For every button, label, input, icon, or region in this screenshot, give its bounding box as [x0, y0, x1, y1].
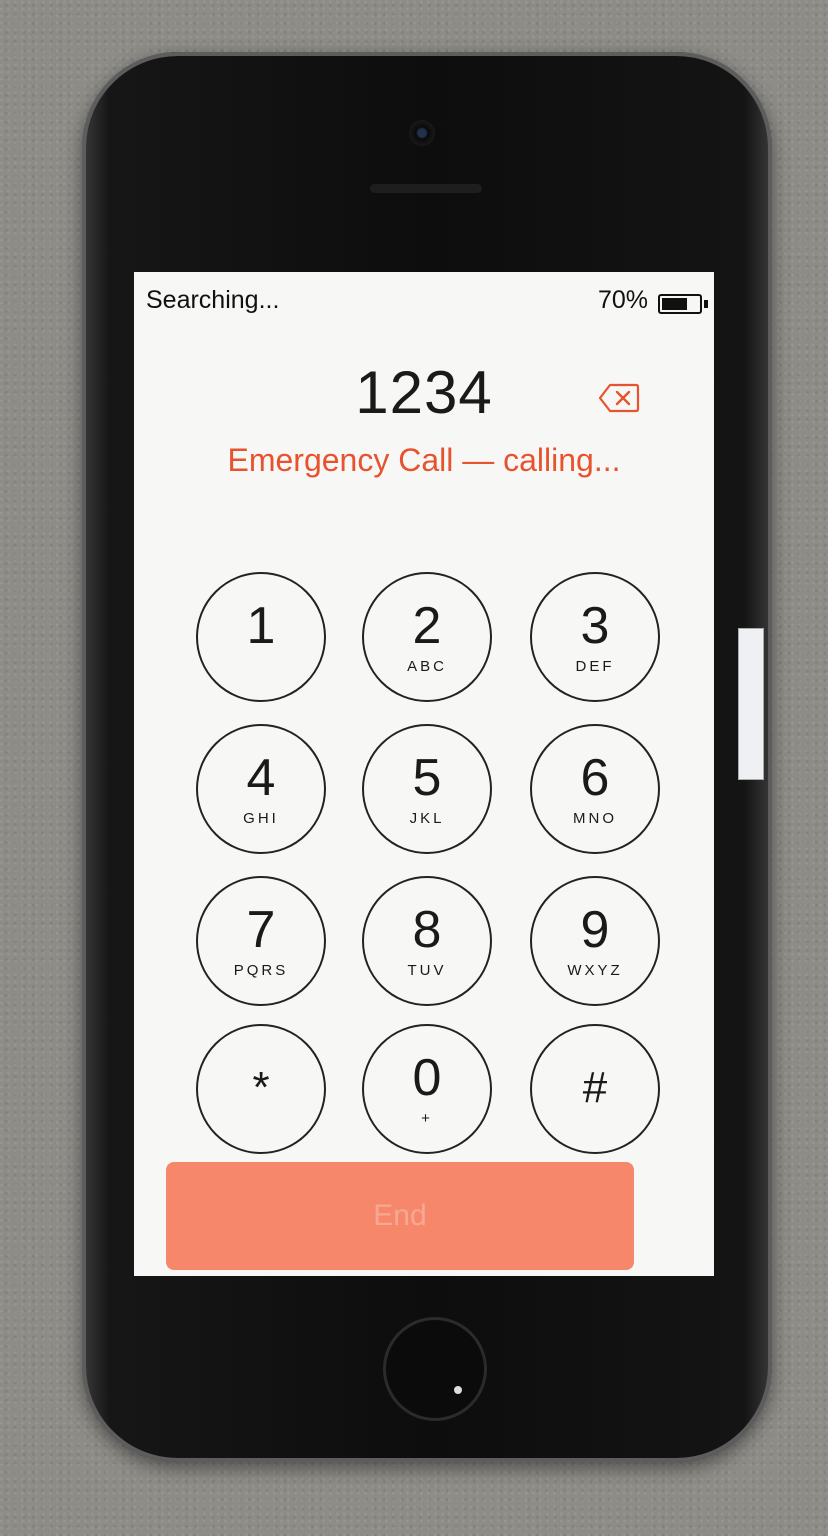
key-letters: JKL [409, 810, 445, 827]
key-letters: MNO [573, 810, 617, 827]
key-letters: WXYZ [567, 962, 623, 979]
key-0[interactable]: 0 + [362, 1024, 492, 1154]
home-button[interactable] [383, 1317, 487, 1421]
key-digit: 8 [412, 901, 442, 959]
key-digit: 2 [412, 597, 442, 655]
key-letters: DEF [575, 658, 615, 675]
key-letters: PQRS [233, 962, 289, 979]
key-digit: 6 [580, 749, 610, 807]
battery-icon [658, 294, 702, 314]
key-digit: 5 [412, 749, 442, 807]
key-6[interactable]: 6 MNO [530, 724, 660, 854]
front-camera [409, 120, 435, 146]
key-letters: ABC [407, 658, 447, 675]
key-9[interactable]: 9 WXYZ [530, 876, 660, 1006]
backspace-icon[interactable] [598, 382, 640, 414]
battery-cap-icon [704, 300, 708, 308]
phone-body: Searching... 70% 1 2 3 4 Emergency Call — c… [82, 52, 772, 1462]
call-status-text: Emergency Call — calling... [227, 442, 621, 478]
key-2[interactable]: 2 ABC [362, 572, 492, 702]
background-sticker [738, 628, 764, 780]
battery-percent: 70% [597, 286, 648, 314]
key-digit: 3 [580, 597, 610, 655]
key-star[interactable]: * [196, 1024, 326, 1154]
home-button-glint [454, 1386, 462, 1394]
key-5[interactable]: 5 JKL [362, 724, 492, 854]
key-digit: # [582, 1063, 608, 1112]
key-digit: 4 [246, 749, 276, 807]
key-1[interactable]: 1 [196, 572, 326, 702]
key-letters: GHI [243, 810, 279, 827]
key-digit: 9 [580, 901, 610, 959]
battery-level [662, 298, 687, 310]
key-digit: 1 [246, 597, 276, 655]
phone-screen: Searching... 70% 1 2 3 4 Emergency Call — c… [134, 272, 714, 1276]
key-pound[interactable]: # [530, 1024, 660, 1154]
key-3[interactable]: 3 DEF [530, 572, 660, 702]
earpiece-speaker [370, 184, 482, 193]
carrier-status: Searching... [146, 286, 280, 314]
key-digit: 0 [412, 1049, 442, 1107]
key-letters: + [421, 1110, 433, 1127]
key-digit: * [252, 1063, 270, 1112]
key-4[interactable]: 4 GHI [196, 724, 326, 854]
key-8[interactable]: 8 TUV [362, 876, 492, 1006]
key-digit: 7 [246, 901, 276, 959]
key-7[interactable]: 7 PQRS [196, 876, 326, 1006]
end-call-button[interactable]: End [166, 1162, 634, 1270]
key-letters: TUV [407, 962, 447, 979]
status-bar: Searching... 70% [134, 282, 714, 322]
